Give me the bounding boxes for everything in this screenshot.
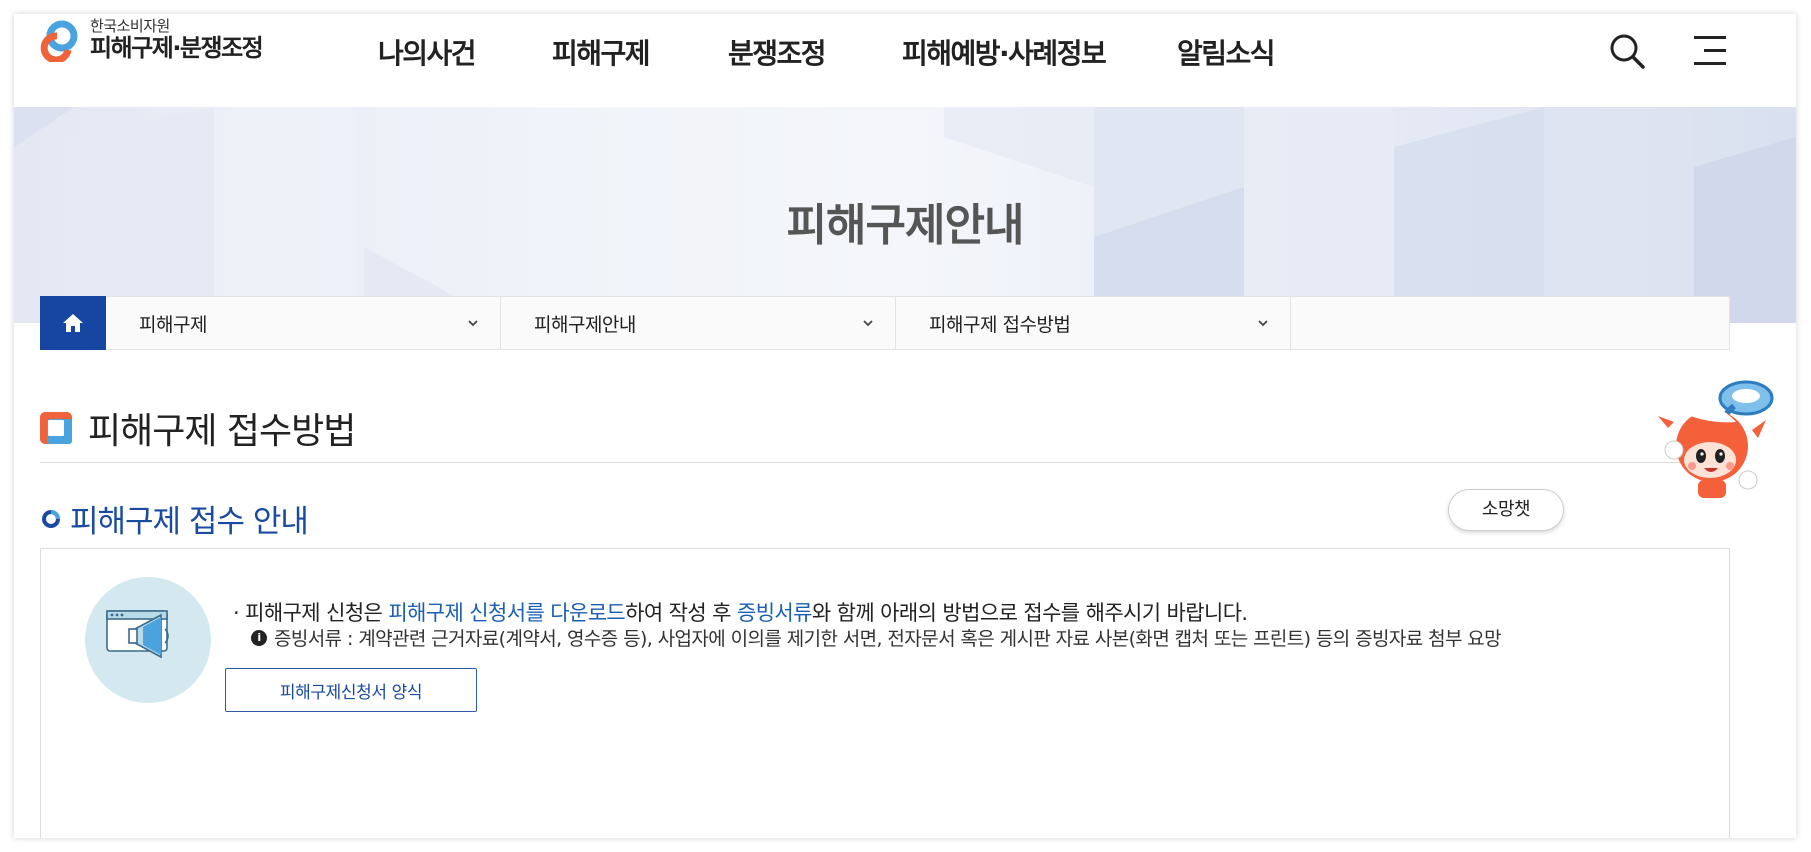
chevron-down-icon [863, 320, 873, 327]
home-icon [63, 314, 83, 332]
section-heading-text: 피해구제 접수 안내 [70, 504, 309, 540]
nav-item-notices[interactable]: 알림소식 [1177, 32, 1276, 72]
nav-item-prevention-cases[interactable]: 피해예방·사례정보 [902, 32, 1107, 72]
nav-item-my-case[interactable]: 나의사건 [378, 32, 477, 72]
site-header: 한국소비자원 피해구제·분쟁조정 나의사건 피해구제 분쟁조정 피해예방·사례정… [14, 14, 1796, 107]
breadcrumb-label: 피해구제 [139, 313, 207, 336]
chatbot-mascot[interactable] [1654, 376, 1794, 536]
menu-button[interactable] [1690, 32, 1730, 70]
hamburger-menu-icon [1694, 36, 1726, 65]
apply-instruction: · 피해구제 신청은 피해구제 신청서를 다운로드하여 작성 후 증빙서류와 함… [233, 601, 1248, 625]
breadcrumb: 피해구제 피해구제안내 피해구제 접수방법 [40, 296, 1730, 350]
megaphone-window-icon [106, 610, 169, 659]
nav-item-damage-relief[interactable]: 피해구제 [552, 32, 651, 72]
divider [40, 462, 1730, 463]
breadcrumb-label: 피해구제안내 [534, 313, 636, 336]
content-heading: 피해구제 접수방법 [40, 402, 356, 454]
evidence-note-text: 증빙서류 : 계약관련 근거자료(계약서, 영수증 등), 사업자에 이의를 제… [274, 628, 1502, 650]
breadcrumb-select-depth1[interactable]: 피해구제 [106, 297, 501, 349]
breadcrumb-home-button[interactable] [40, 296, 106, 350]
breadcrumb-label: 피해구제 접수방법 [929, 313, 1071, 336]
content-heading-text: 피해구제 접수방법 [88, 411, 356, 452]
evidence-note: i 증빙서류 : 계약관련 근거자료(계약서, 영수증 등), 사업자에 이의를… [251, 624, 1502, 651]
nav-item-dispute-mediation[interactable]: 분쟁조정 [728, 32, 827, 72]
info-illustration [85, 577, 211, 703]
download-form-link[interactable]: 피해구제 신청서를 다운로드 [388, 601, 625, 625]
page-title: 피해구제안내 [786, 200, 1025, 251]
breadcrumb-select-depth2[interactable]: 피해구제안내 [501, 297, 896, 349]
main-navigation: 나의사건 피해구제 분쟁조정 피해예방·사례정보 알림소식 [14, 32, 1796, 72]
info-box: · 피해구제 신청은 피해구제 신청서를 다운로드하여 작성 후 증빙서류와 함… [40, 548, 1730, 838]
breadcrumb-select-depth3[interactable]: 피해구제 접수방법 [896, 297, 1291, 349]
section-ring-icon [42, 509, 60, 528]
info-icon: i [251, 629, 267, 646]
section-heading: 피해구제 접수 안내 [40, 496, 309, 541]
search-icon [1610, 34, 1645, 69]
heading-square-icon [40, 412, 72, 444]
relief-form-button[interactable]: 피해구제신청서 양식 [225, 668, 477, 712]
page-banner: 피해구제안내 [14, 107, 1796, 323]
evidence-docs-link[interactable]: 증빙서류 [737, 601, 812, 625]
chatbot-button[interactable]: 소망챗 [1448, 489, 1564, 531]
search-button[interactable] [1606, 30, 1648, 72]
chatbot-mascot-icon [1658, 380, 1774, 498]
chevron-down-icon [468, 320, 478, 327]
page-frame: 한국소비자원 피해구제·분쟁조정 나의사건 피해구제 분쟁조정 피해예방·사례정… [14, 14, 1796, 838]
chevron-down-icon [1258, 320, 1268, 327]
